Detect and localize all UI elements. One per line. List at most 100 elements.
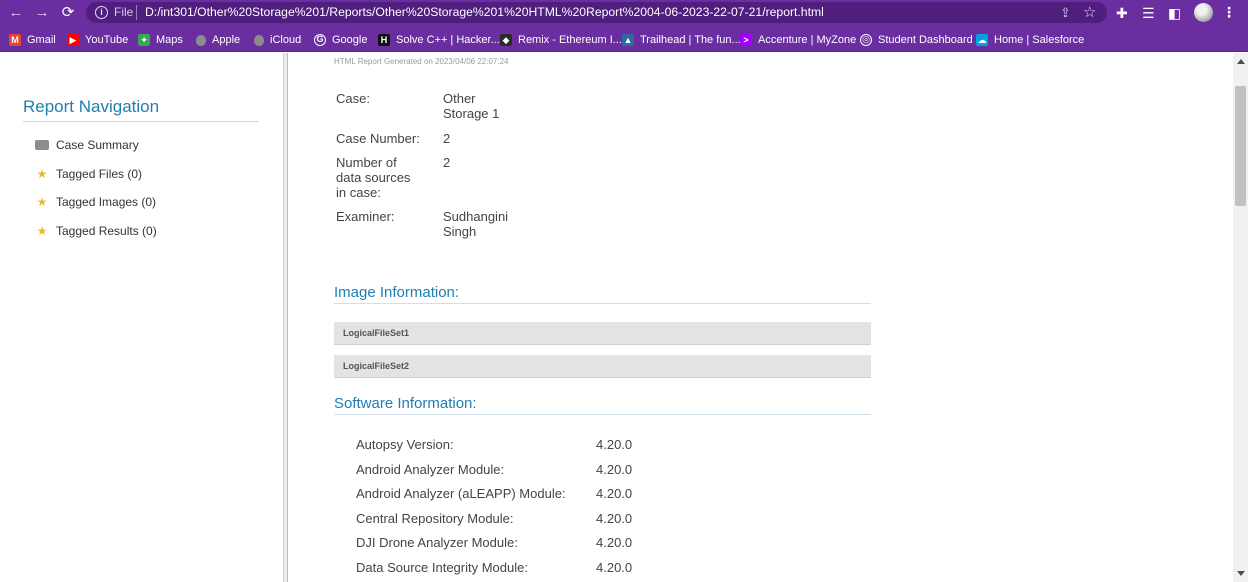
site-info-icon[interactable]: i bbox=[95, 6, 108, 19]
report-navigation-title: Report Navigation bbox=[23, 97, 160, 116]
google-icon: G bbox=[314, 34, 326, 46]
bookmark-item[interactable]: ◎ Student Dashboard bbox=[860, 32, 973, 48]
bookmark-item[interactable]: ✦ Maps bbox=[138, 32, 183, 48]
nav-item-tagged-files[interactable]: ★ Tagged Files (0) bbox=[35, 165, 142, 183]
bookmark-item[interactable]: ▶ YouTube bbox=[67, 32, 128, 48]
scroll-up-arrow-icon[interactable] bbox=[1237, 59, 1245, 64]
back-arrow-icon[interactable]: ← bbox=[5, 2, 27, 24]
share-icon[interactable]: ⇪ bbox=[1060, 5, 1071, 21]
briefcase-icon bbox=[35, 140, 49, 150]
remix-icon: ◆ bbox=[500, 34, 512, 46]
software-row-value: 4.20.0 bbox=[596, 462, 633, 477]
url-scheme-label: File bbox=[114, 5, 134, 19]
youtube-icon: ▶ bbox=[67, 34, 79, 46]
bookmark-label: Apple bbox=[212, 34, 241, 46]
bookmark-item[interactable]: > Accenture | MyZone bbox=[740, 32, 856, 48]
bookmark-label: Trailhead | The fun... bbox=[640, 34, 741, 46]
software-information-heading: Software Information: bbox=[334, 395, 477, 412]
image-information-heading: Image Information: bbox=[334, 284, 460, 301]
nav-item-tagged-results[interactable]: ★ Tagged Results (0) bbox=[35, 222, 157, 240]
bookmark-item[interactable]: iCloud bbox=[254, 32, 301, 48]
extensions-icon[interactable]: ✚ bbox=[1116, 3, 1128, 23]
salesforce-icon: ☁ bbox=[976, 34, 988, 46]
case-number-value: 2 bbox=[443, 131, 451, 146]
nav-divider bbox=[23, 121, 259, 122]
examiner-label: Examiner: bbox=[336, 209, 395, 224]
software-row-label: Autopsy Version: bbox=[356, 437, 454, 452]
nav-item-label: Case Summary bbox=[56, 138, 139, 152]
data-sources-label: Number of data sources in case: bbox=[336, 155, 411, 200]
nav-item-label: Tagged Images (0) bbox=[56, 195, 157, 209]
gmail-icon: M bbox=[9, 34, 21, 46]
image-section-divider bbox=[334, 303, 871, 304]
bookmark-item[interactable]: G Google bbox=[314, 32, 367, 48]
data-sources-value: 2 bbox=[443, 155, 451, 170]
trailhead-icon: ▲ bbox=[622, 34, 634, 46]
image-row: LogicalFileSet2 bbox=[334, 355, 871, 378]
page-scrollbar[interactable] bbox=[1233, 53, 1248, 582]
software-row-value: 4.20.0 bbox=[596, 437, 633, 452]
bookmark-label: iCloud bbox=[270, 34, 302, 46]
bookmark-item[interactable]: M Gmail bbox=[9, 32, 56, 48]
star-icon: ★ bbox=[36, 167, 48, 181]
software-row-value: 4.20.0 bbox=[596, 560, 633, 575]
bookmark-label: Solve C++ | Hacker... bbox=[396, 34, 500, 46]
scroll-down-arrow-icon[interactable] bbox=[1237, 571, 1245, 576]
software-section-divider bbox=[334, 414, 871, 415]
bookmark-label: Accenture | MyZone bbox=[758, 34, 857, 46]
bookmark-star-icon[interactable]: ☆ bbox=[1083, 3, 1096, 21]
case-value: Other Storage 1 bbox=[443, 91, 500, 121]
bookmark-item[interactable]: Apple bbox=[196, 32, 240, 48]
report-generated-line: HTML Report Generated on 2023/04/06 22:0… bbox=[334, 57, 509, 66]
bookmark-label: Remix - Ethereum I... bbox=[518, 34, 622, 46]
scroll-thumb[interactable] bbox=[1235, 86, 1246, 206]
profile-avatar[interactable] bbox=[1194, 3, 1213, 22]
nav-item-tagged-images[interactable]: ★ Tagged Images (0) bbox=[35, 193, 156, 211]
nav-item-label: Tagged Files (0) bbox=[56, 167, 143, 181]
software-row-value: 4.20.0 bbox=[596, 511, 633, 526]
frame-splitter[interactable] bbox=[283, 53, 288, 582]
bookmark-label: Gmail bbox=[27, 34, 56, 46]
browser-menu-icon[interactable]: ⋮ bbox=[1222, 3, 1236, 21]
browser-toolbar: ← → ⟳ i File D:/int301/Other%20Storage%2… bbox=[0, 0, 1248, 26]
image-row: LogicalFileSet1 bbox=[334, 322, 871, 345]
address-separator bbox=[136, 5, 137, 20]
side-panel-icon[interactable]: ◧ bbox=[1168, 3, 1181, 23]
student-dashboard-icon: ◎ bbox=[860, 34, 872, 46]
apple-icon bbox=[196, 34, 206, 46]
reload-icon[interactable]: ⟳ bbox=[57, 2, 79, 24]
accenture-icon: > bbox=[740, 34, 752, 46]
software-row-label: Android Analyzer (aLEAPP) Module: bbox=[356, 486, 566, 501]
bookmark-item[interactable]: H Solve C++ | Hacker... bbox=[378, 32, 500, 48]
star-icon: ★ bbox=[36, 224, 48, 238]
reading-list-icon[interactable]: ☰ bbox=[1142, 3, 1155, 23]
case-label: Case: bbox=[336, 91, 370, 106]
bookmark-item[interactable]: ◆ Remix - Ethereum I... bbox=[500, 32, 622, 48]
software-row-value: 4.20.0 bbox=[596, 486, 633, 501]
case-number-label: Case Number: bbox=[336, 131, 420, 146]
software-row-value: 4.20.0 bbox=[596, 535, 633, 550]
report-navigation-pane: Report Navigation Case Summary ★ Tagged … bbox=[0, 53, 284, 582]
software-row-label: Android Analyzer Module: bbox=[356, 462, 505, 477]
software-row-label: DJI Drone Analyzer Module: bbox=[356, 535, 518, 550]
bookmark-item[interactable]: ▲ Trailhead | The fun... bbox=[622, 32, 741, 48]
star-icon: ★ bbox=[36, 195, 48, 209]
bookmark-label: Home | Salesforce bbox=[994, 34, 1085, 46]
software-row-label: Data Source Integrity Module: bbox=[356, 560, 528, 575]
url-text[interactable]: D:/int301/Other%20Storage%201/Reports/Ot… bbox=[145, 5, 824, 19]
hackerrank-icon: H bbox=[378, 34, 390, 46]
nav-item-label: Tagged Results (0) bbox=[56, 224, 157, 238]
forward-arrow-icon[interactable]: → bbox=[31, 2, 53, 24]
bookmark-label: YouTube bbox=[85, 34, 129, 46]
examiner-value: Sudhangini Singh bbox=[443, 209, 509, 239]
bookmark-item[interactable]: ☁ Home | Salesforce bbox=[976, 32, 1084, 48]
report-content: HTML Report Generated on 2023/04/06 22:0… bbox=[289, 53, 1233, 582]
software-row-label: Central Repository Module: bbox=[356, 511, 514, 526]
nav-item-case-summary[interactable]: Case Summary bbox=[35, 136, 139, 154]
icloud-icon bbox=[254, 34, 264, 46]
address-bar[interactable]: i File D:/int301/Other%20Storage%201/Rep… bbox=[86, 2, 1107, 23]
bookmark-label: Maps bbox=[156, 34, 183, 46]
maps-icon: ✦ bbox=[138, 34, 150, 46]
bookmark-label: Google bbox=[332, 34, 368, 46]
bookmark-label: Student Dashboard bbox=[878, 34, 973, 46]
